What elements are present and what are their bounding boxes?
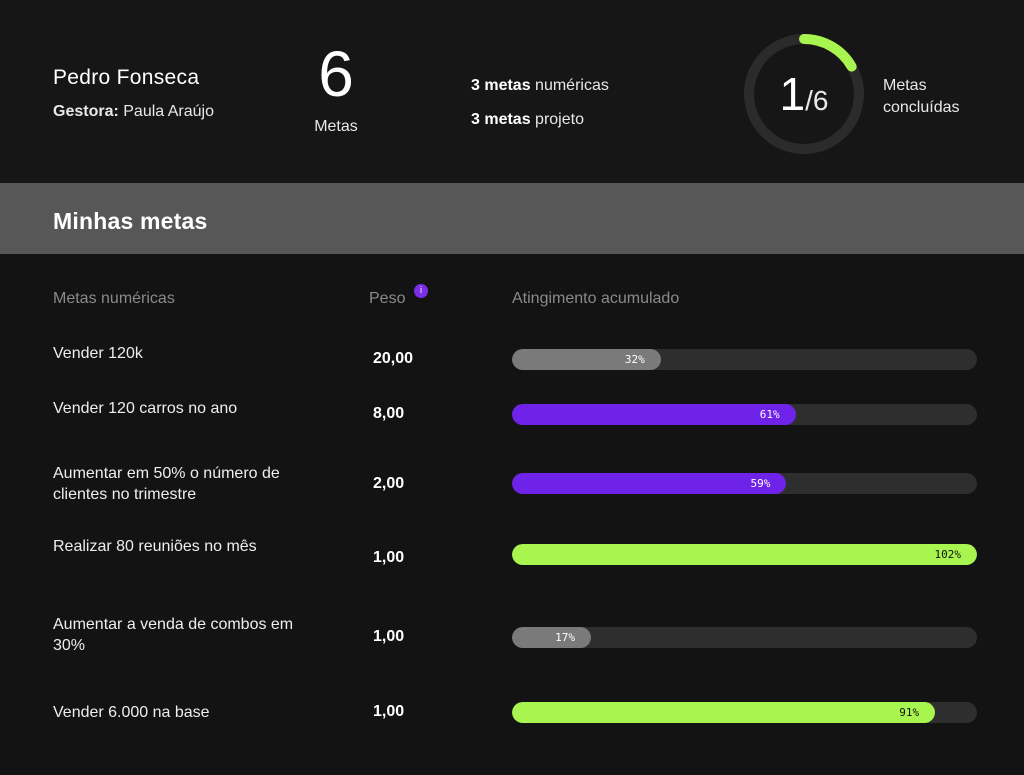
goal-name: Realizar 80 reuniões no mês	[53, 538, 257, 555]
progress-label: 91%	[899, 706, 920, 719]
progress-fill: 59%	[512, 473, 787, 494]
section-title: Minhas metas	[53, 208, 208, 234]
completed-total: /6	[805, 85, 829, 116]
numeric-label: numéricas	[535, 77, 609, 94]
goal-weight: 2,00	[373, 475, 405, 492]
summary-header: Pedro Fonseca Gestora: Paula Araújo 6 Me…	[0, 0, 1024, 183]
numeric-goals-count: 3 metas numéricas	[471, 77, 609, 95]
goal-weight: 1,00	[373, 628, 405, 645]
progress-fill: 61%	[512, 404, 796, 425]
goal-name: Aumentar a venda de combos em 30%	[53, 616, 294, 654]
progress-fill: 102%	[512, 544, 977, 565]
completed-caption: Metas concluídas	[883, 77, 960, 116]
progress-track: 17%	[512, 627, 977, 648]
goal-weight: 1,00	[373, 703, 405, 720]
goal-name: Vender 120k	[53, 345, 143, 362]
project-label: projeto	[535, 111, 584, 128]
user-name: Pedro Fonseca	[53, 66, 200, 89]
progress-track: 59%	[512, 473, 977, 494]
goal-weight: 1,00	[373, 549, 405, 566]
project-count: 3 metas	[471, 111, 531, 128]
progress-label: 17%	[555, 631, 576, 644]
progress-label: 102%	[934, 548, 962, 561]
progress-track: 102%	[512, 544, 977, 565]
progress-track: 61%	[512, 404, 977, 425]
section-header: Minhas metas	[0, 183, 1024, 254]
column-header-goals: Metas numéricas	[53, 290, 175, 307]
progress-fill: 17%	[512, 627, 592, 648]
progress-fill: 91%	[512, 702, 936, 723]
column-header-progress: Atingimento acumulado	[512, 290, 680, 307]
manager-info: Gestora: Paula Araújo	[53, 103, 214, 121]
completed-count: 1	[779, 68, 806, 120]
completion-ring: 1 /6	[742, 32, 866, 156]
manager-name: Paula Araújo	[123, 103, 214, 120]
total-goals-label: Metas	[314, 118, 358, 135]
goal-weight: 20,00	[373, 350, 414, 367]
total-goals-count: 6	[318, 38, 354, 110]
goal-name: Vender 120 carros no ano	[53, 400, 238, 417]
progress-track: 32%	[512, 349, 977, 370]
goal-name: Vender 6.000 na base	[53, 704, 210, 721]
progress-label: 32%	[624, 353, 645, 366]
project-goals-count: 3 metas projeto	[471, 111, 584, 129]
completion-ratio: 1 /6	[742, 32, 866, 156]
progress-fill: 32%	[512, 349, 661, 370]
goal-name: Aumentar em 50% o número de clientes no …	[53, 465, 280, 503]
numeric-count: 3 metas	[471, 77, 531, 94]
weight-info-icon[interactable]: i	[414, 284, 428, 298]
progress-track: 91%	[512, 702, 977, 723]
manager-label: Gestora:	[53, 103, 119, 120]
progress-label: 61%	[759, 408, 780, 421]
goal-weight: 8,00	[373, 405, 405, 422]
progress-label: 59%	[750, 477, 771, 490]
column-header-weight: Peso	[369, 290, 406, 307]
